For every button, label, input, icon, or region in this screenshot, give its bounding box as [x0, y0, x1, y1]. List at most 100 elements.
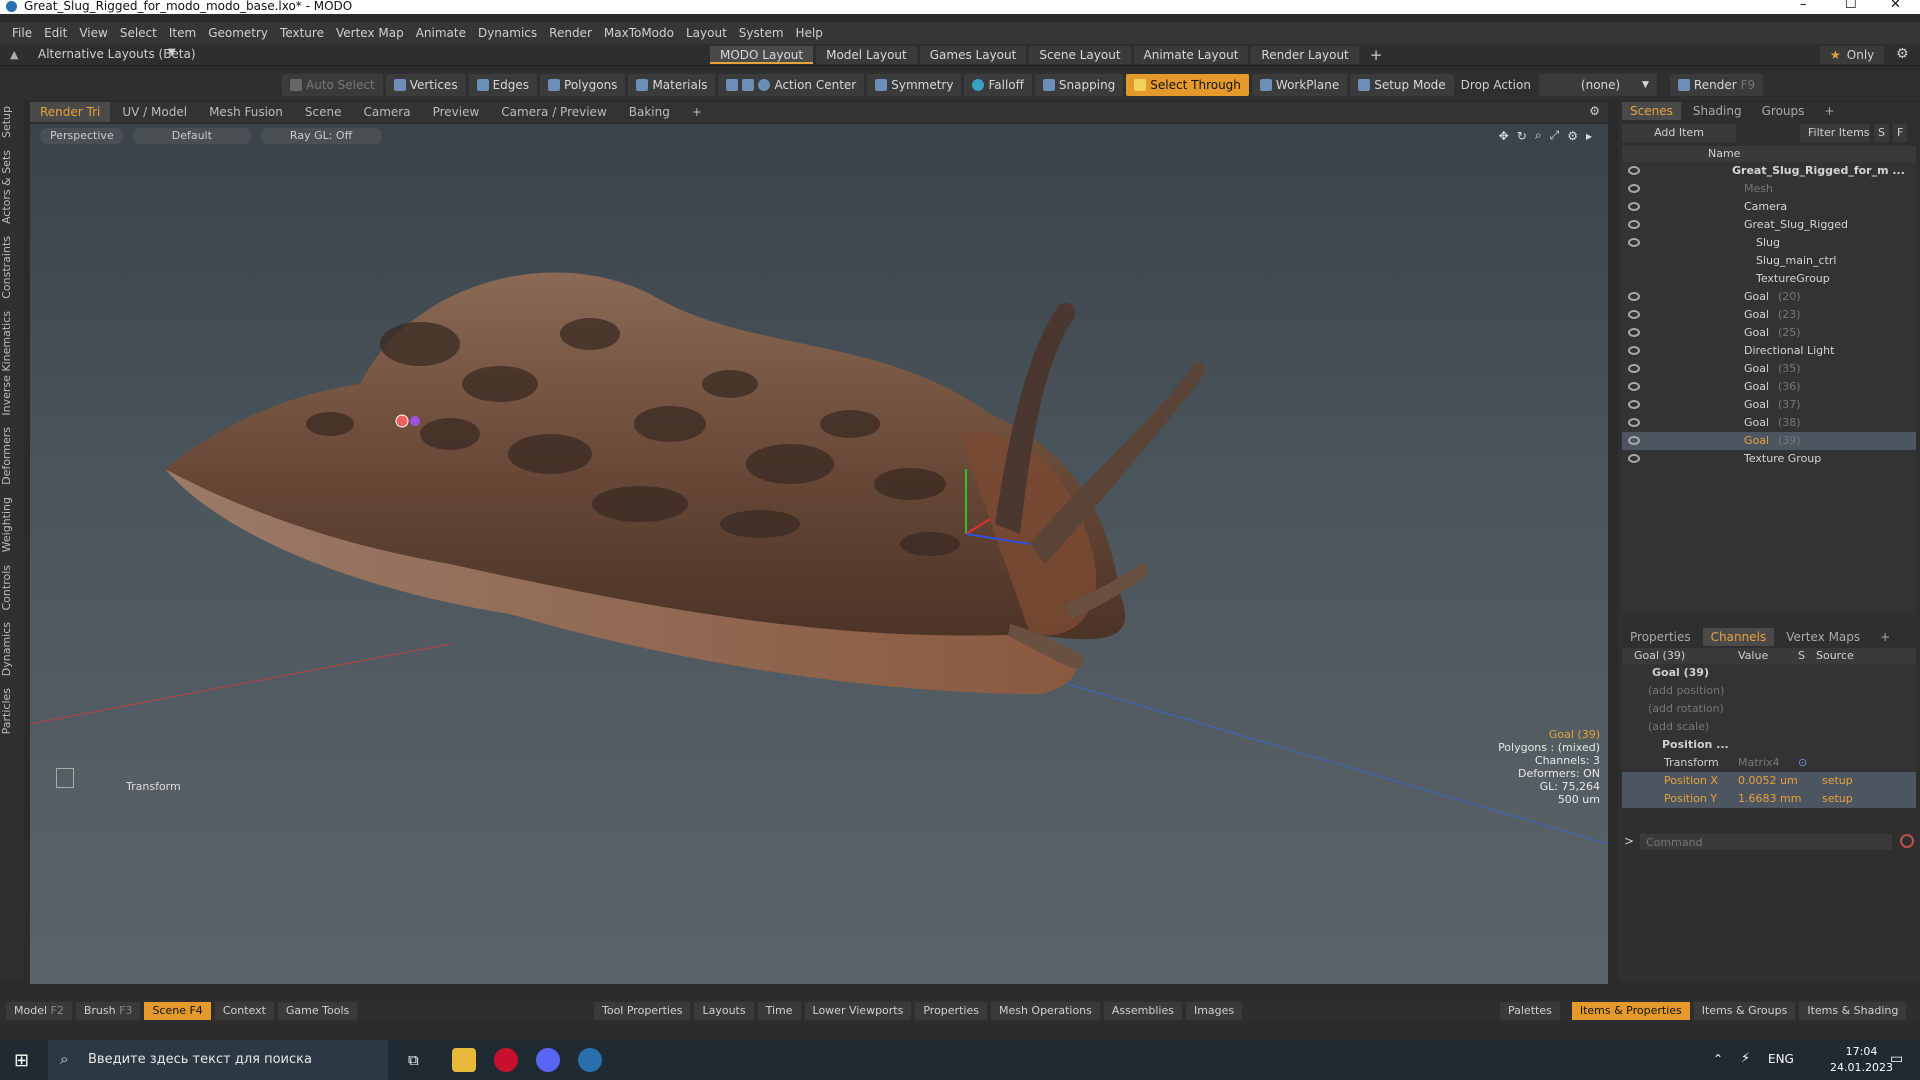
mesh-operations-button[interactable]: Mesh Operations [990, 1002, 1100, 1020]
tab-camera[interactable]: Camera [353, 102, 420, 122]
channel-add-rotation[interactable]: (add rotation) [1622, 700, 1916, 718]
images-button[interactable]: Images [1185, 1002, 1243, 1020]
eye-icon[interactable] [1628, 364, 1640, 373]
task-view-icon[interactable]: ⧉ [408, 1051, 419, 1069]
falloff-button[interactable]: Falloff [964, 74, 1032, 96]
tree-item-slug-main-ctrl[interactable]: Slug_main_ctrl [1622, 252, 1916, 270]
file-explorer-icon[interactable] [452, 1048, 476, 1072]
items-shading-button[interactable]: Items & Shading [1799, 1002, 1907, 1020]
channel-add-scale[interactable]: (add scale) [1622, 718, 1916, 736]
menu-maxtomodo[interactable]: MaxToModo [604, 22, 674, 44]
channel-transform[interactable]: Transform Matrix4 ⊙ [1622, 754, 1916, 772]
menu-texture[interactable]: Texture [280, 22, 324, 44]
tree-item-goal-38[interactable]: Goal (38) [1622, 414, 1916, 432]
tab-games-layout[interactable]: Games Layout [919, 46, 1027, 64]
tab-camera-preview[interactable]: Camera / Preview [491, 102, 616, 122]
eye-icon[interactable] [1628, 418, 1640, 427]
tab-vertex-maps[interactable]: Vertex Maps [1778, 628, 1868, 646]
tab-properties[interactable]: Properties [1622, 628, 1699, 646]
tab-deformers[interactable]: Deformers [0, 421, 17, 491]
tree-item-directional-light[interactable]: Directional Light [1622, 342, 1916, 360]
tree-item-slug[interactable]: Slug [1622, 234, 1916, 252]
tab-channels[interactable]: Channels [1702, 628, 1775, 646]
tab-animate-layout[interactable]: Animate Layout [1133, 46, 1249, 64]
tool-properties-button[interactable]: Tool Properties [594, 1002, 691, 1020]
f-button[interactable]: F [1892, 124, 1908, 142]
channel-position-x[interactable]: Position X 0.0052 um setup [1622, 772, 1916, 790]
edges-button[interactable]: Edges [468, 74, 538, 96]
s-button[interactable]: S [1874, 124, 1889, 142]
eye-icon[interactable] [1628, 166, 1640, 175]
eye-icon[interactable] [1628, 454, 1640, 463]
lower-viewports-button[interactable]: Lower Viewports [804, 1002, 912, 1020]
tree-item-texturegroup[interactable]: TextureGroup [1622, 270, 1916, 288]
menu-view[interactable]: View [79, 22, 107, 44]
vertices-button[interactable]: Vertices [385, 74, 466, 96]
windows-start-icon[interactable]: ⊞ [14, 1050, 29, 1071]
setup-mode-button[interactable]: Setup Mode [1350, 74, 1454, 96]
eye-icon[interactable] [1628, 400, 1640, 409]
tree-item-texture-group[interactable]: Texture Group [1622, 450, 1916, 468]
eye-icon[interactable] [1628, 346, 1640, 355]
items-groups-button[interactable]: Items & Groups [1693, 1002, 1796, 1020]
only-button[interactable]: Only [1847, 48, 1875, 62]
tab-actors-sets[interactable]: Actors & Sets [0, 144, 17, 230]
add-layout-button[interactable]: + [1362, 46, 1391, 64]
tab-render-tri[interactable]: Render Tri [30, 102, 111, 122]
scene-button[interactable]: Scene F4 [144, 1002, 211, 1020]
record-icon[interactable] [1900, 834, 1914, 848]
modo-taskbar-icon[interactable] [578, 1048, 602, 1072]
auto-select-button[interactable]: Auto Select [282, 74, 383, 96]
drop-action-select[interactable]: (none) ▼ [1538, 74, 1657, 96]
viewport-settings-icon[interactable]: ⚙ [1589, 104, 1600, 118]
filter-items-button[interactable]: Filter Items [1800, 124, 1870, 142]
tab-groups[interactable]: Groups [1754, 102, 1813, 120]
tree-item-goal-39[interactable]: Goal (39) [1622, 432, 1916, 450]
tab-mesh-fusion[interactable]: Mesh Fusion [199, 102, 293, 122]
eye-icon[interactable] [1628, 310, 1640, 319]
model-button[interactable]: Model F2 [6, 1002, 72, 1020]
layouts-button[interactable]: Layouts [694, 1002, 754, 1020]
tab-scenes[interactable]: Scenes [1622, 102, 1681, 120]
menu-dynamics[interactable]: Dynamics [478, 22, 537, 44]
action-center-button[interactable]: Action Center [718, 74, 865, 96]
add-channels-tab-button[interactable]: + [1872, 628, 1898, 646]
eye-icon[interactable] [1628, 202, 1640, 211]
tree-item-goal-23[interactable]: Goal (23) [1622, 306, 1916, 324]
menu-vertex-map[interactable]: Vertex Map [336, 22, 404, 44]
context-button[interactable]: Context [214, 1002, 274, 1020]
slug-model[interactable] [30, 124, 1608, 984]
minimize-button[interactable]: – [1800, 0, 1807, 12]
maximize-button[interactable]: ☐ [1845, 0, 1857, 12]
menu-item[interactable]: Item [169, 22, 196, 44]
symmetry-button[interactable]: Symmetry [867, 74, 962, 96]
menu-file[interactable]: File [12, 22, 32, 44]
menu-layout[interactable]: Layout [686, 22, 727, 44]
command-input[interactable] [1640, 834, 1892, 850]
close-button[interactable]: ✕ [1890, 0, 1901, 12]
tree-item-camera[interactable]: Camera [1622, 198, 1916, 216]
tree-item-great-slug-rigged[interactable]: Great_Slug_Rigged [1622, 216, 1916, 234]
menu-system[interactable]: System [739, 22, 784, 44]
tray-chevron-icon[interactable]: ⌃ [1713, 1052, 1723, 1066]
tree-item-root[interactable]: Great_Slug_Rigged_for_m ... [1622, 162, 1916, 180]
eye-icon[interactable] [1628, 382, 1640, 391]
add-panel-tab-button[interactable]: + [1816, 102, 1842, 120]
channel-root[interactable]: Goal (39) [1622, 664, 1916, 682]
tab-weighting[interactable]: Weighting [0, 491, 17, 558]
tab-controls[interactable]: Controls [0, 559, 17, 617]
eye-icon[interactable] [1628, 292, 1640, 301]
tree-item-goal-35[interactable]: Goal (35) [1622, 360, 1916, 378]
add-viewport-tab-button[interactable]: + [682, 102, 712, 122]
channel-position-y[interactable]: Position Y 1.6683 mm setup [1622, 790, 1916, 808]
polygons-button[interactable]: Polygons [540, 74, 626, 96]
add-item-button[interactable]: Add Item [1622, 124, 1736, 142]
menu-geometry[interactable]: Geometry [208, 22, 268, 44]
menu-render[interactable]: Render [549, 22, 592, 44]
brush-button[interactable]: Brush F3 [75, 1002, 141, 1020]
tab-inverse-kinematics[interactable]: Inverse Kinematics [0, 305, 17, 422]
menu-select[interactable]: Select [120, 22, 157, 44]
eye-icon[interactable] [1628, 436, 1640, 445]
channel-position-group[interactable]: Position ... [1622, 736, 1916, 754]
properties-button[interactable]: Properties [915, 1002, 987, 1020]
